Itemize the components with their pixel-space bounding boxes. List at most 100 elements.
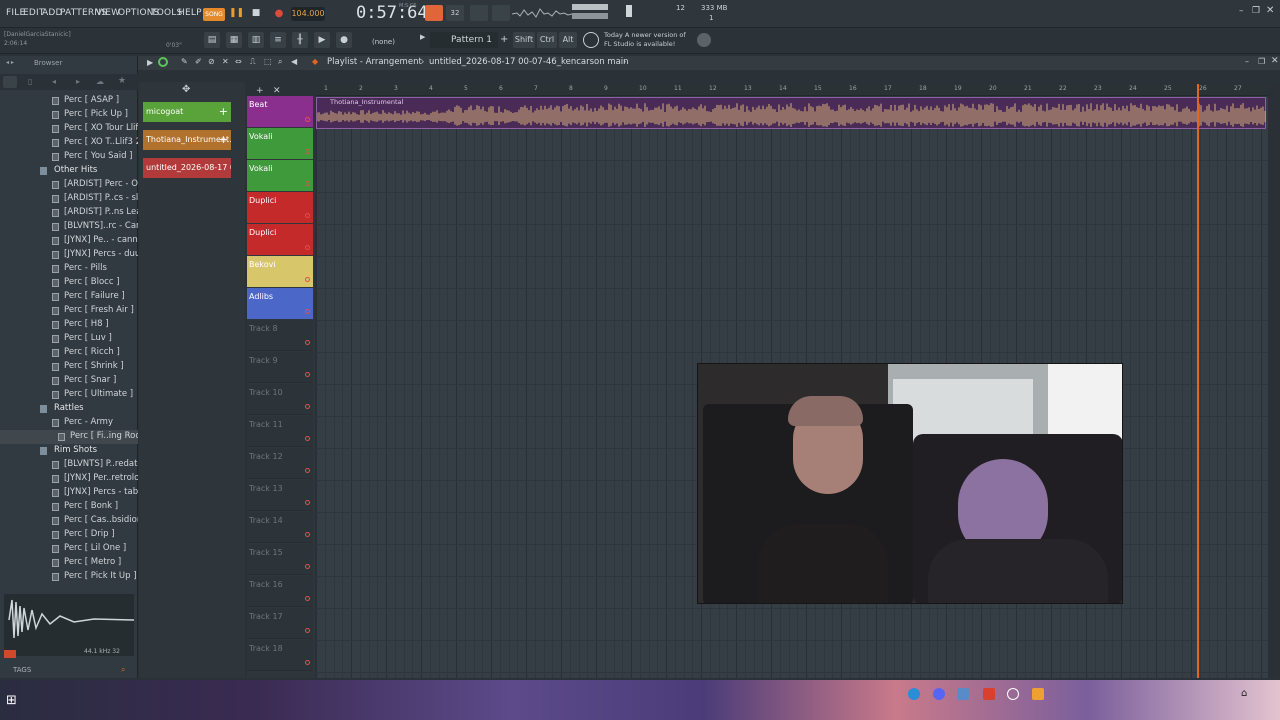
browser-item[interactable]: Perc [ Luv ]	[0, 332, 138, 346]
browser-arrows-icon[interactable]: ◂ ▸	[6, 59, 14, 66]
browser-item[interactable]: [JYNX] Percs - taboo	[0, 486, 138, 500]
browser-item[interactable]: [ARDIST] P..cs - slatt	[0, 192, 138, 206]
news-line-2[interactable]: FL Studio is available!	[604, 40, 675, 48]
online-icon[interactable]	[697, 33, 711, 47]
mute-icon[interactable]: ✕	[222, 57, 229, 66]
track-mute-icon[interactable]	[305, 532, 310, 537]
track-mute-icon[interactable]	[305, 117, 310, 122]
playlist-play-icon[interactable]: ▶	[147, 58, 153, 67]
pause-icon[interactable]: ❚❚	[229, 8, 244, 21]
timeline-ruler[interactable]: 1 2 3 4 5 6 7 8 9 10 11 12 13 14 15 16 17 18 19 20 21 22 23 24 2…	[316, 84, 1268, 96]
plugin-icon[interactable]: ╫	[292, 32, 308, 48]
track-header[interactable]: Track 12	[247, 448, 313, 479]
mixer-icon[interactable]: ≡	[270, 32, 286, 48]
track-header[interactable]: Beat	[247, 96, 313, 127]
track-mute-icon[interactable]	[305, 340, 310, 345]
playlist-close-icon[interactable]: ✕	[1271, 56, 1279, 66]
metronome-icon[interactable]	[425, 5, 443, 21]
discord-icon[interactable]	[933, 688, 945, 700]
add-clip-icon[interactable]: +	[219, 102, 228, 122]
delete-icon[interactable]: ⊘	[208, 57, 215, 66]
brave-icon[interactable]	[983, 688, 995, 700]
browser-add-icon[interactable]	[3, 76, 17, 88]
zoom-icon[interactable]: ⌕	[278, 57, 282, 67]
browser-item[interactable]: Perc [ H8 ]	[0, 318, 138, 332]
track-header[interactable]: Track 15	[247, 544, 313, 575]
master-volume-slider[interactable]	[572, 4, 608, 10]
browser-item[interactable]: [BLVNTS]..rc - Carti	[0, 220, 138, 234]
loop-record-icon[interactable]	[470, 5, 488, 21]
tags-label[interactable]: TAGS	[13, 666, 31, 674]
playlist-maximize-icon[interactable]: ❐	[1258, 57, 1265, 66]
track-mute-icon[interactable]	[305, 500, 310, 505]
track-header[interactable]: Vokali	[247, 128, 313, 159]
browser-back-icon[interactable]: ◂	[52, 77, 56, 86]
arrangement-icon[interactable]: ◆	[312, 57, 318, 66]
windows-start-icon[interactable]: ⊞	[6, 693, 17, 708]
browser-item[interactable]: Perc [ Fi..ing Rod ]	[0, 430, 138, 444]
track-header[interactable]: Adlibs	[247, 288, 313, 319]
browser-item[interactable]: Perc [ Fresh Air ]	[0, 304, 138, 318]
browser-item[interactable]: Perc [ You Said ]	[0, 150, 138, 164]
microphone-icon[interactable]: ●	[336, 32, 352, 48]
browser-item[interactable]: [JYNX] Pe.. - cannon	[0, 234, 138, 248]
browser-folder[interactable]: Other Hits	[0, 164, 138, 178]
audio-clip[interactable]	[316, 97, 1266, 129]
snap-selector[interactable]: (none)	[372, 38, 395, 46]
alt-button[interactable]: Alt	[559, 32, 577, 48]
track-header[interactable]: Bekovi	[247, 256, 313, 287]
select-icon[interactable]: ⬚	[264, 57, 272, 66]
browser-item[interactable]: Perc [ Blocc ]	[0, 276, 138, 290]
explorer-icon[interactable]	[957, 688, 969, 700]
record-icon[interactable]: ●	[272, 8, 286, 21]
add-pattern-icon[interactable]: +	[500, 34, 508, 45]
preview-play-icon[interactable]	[4, 650, 16, 658]
browser-item[interactable]: Perc [ Drip ]	[0, 528, 138, 542]
browser-item[interactable]: Perc [ Shrink ]	[0, 360, 138, 374]
ctrl-button[interactable]: Ctrl	[537, 32, 557, 48]
pattern-selector[interactable]: Pattern 1	[430, 32, 498, 48]
track-mute-icon[interactable]	[305, 149, 310, 154]
slice-icon[interactable]: ⎍	[250, 57, 256, 67]
playlist-view-icon[interactable]: ▤	[204, 32, 220, 48]
pencil-icon[interactable]: ✎	[181, 57, 188, 66]
speaker-icon[interactable]: ◀	[291, 57, 297, 66]
track-mute-icon[interactable]	[305, 564, 310, 569]
search-icon[interactable]: ⌕	[121, 665, 125, 675]
minimize-icon[interactable]: –	[1239, 6, 1244, 16]
piano-roll-icon[interactable]: ▦	[226, 32, 242, 48]
shift-button[interactable]: Shift	[513, 32, 535, 48]
track-mute-icon[interactable]	[305, 404, 310, 409]
browser-item[interactable]: Perc - Army	[0, 416, 138, 430]
browser-item[interactable]: [BLVNTS] P..redator	[0, 458, 138, 472]
track-header[interactable]: Track 17	[247, 608, 313, 639]
track-header[interactable]: Track 14	[247, 512, 313, 543]
track-header[interactable]: Track 13	[247, 480, 313, 511]
browser-item[interactable]: [JYNX] Percs - duubi	[0, 248, 138, 262]
browser-folder[interactable]: Rattles	[0, 402, 138, 416]
playhead[interactable]	[1197, 84, 1199, 678]
pattern-item-micogoat[interactable]: micogoat +	[143, 102, 231, 122]
browser-item[interactable]: Perc [ Snar ]	[0, 374, 138, 388]
blend-icon[interactable]	[492, 5, 510, 21]
next-icon[interactable]: ▶	[314, 32, 330, 48]
browser-item[interactable]: Perc [ Failure ]	[0, 290, 138, 304]
browser-item[interactable]: Perc [ Cas..bsidion ]	[0, 514, 138, 528]
pattern-prev-icon[interactable]: ▶	[420, 33, 425, 41]
track-mute-icon[interactable]	[305, 660, 310, 665]
playlist-minimize-icon[interactable]: –	[1245, 57, 1249, 66]
brush-icon[interactable]: ✐	[195, 57, 202, 66]
tray-icon[interactable]: ⌂	[1241, 688, 1247, 699]
track-header[interactable]: Vokali	[247, 160, 313, 191]
magnet-icon[interactable]	[158, 57, 168, 67]
browser-cloud-icon[interactable]: ☁	[96, 77, 104, 86]
news-line-1[interactable]: Today A newer version of	[604, 31, 686, 39]
close-icon[interactable]: ✕	[1266, 5, 1274, 16]
tempo-display[interactable]: 104.000	[291, 7, 325, 21]
track-header[interactable]: Duplici	[247, 192, 313, 223]
browser-item[interactable]: [ARDIST] P..ns Lean	[0, 206, 138, 220]
app-icon[interactable]	[1007, 688, 1019, 700]
news-icon[interactable]	[583, 32, 599, 48]
track-options-icon[interactable]: ✕	[273, 86, 281, 96]
menu-view[interactable]: VIEW	[96, 8, 120, 18]
